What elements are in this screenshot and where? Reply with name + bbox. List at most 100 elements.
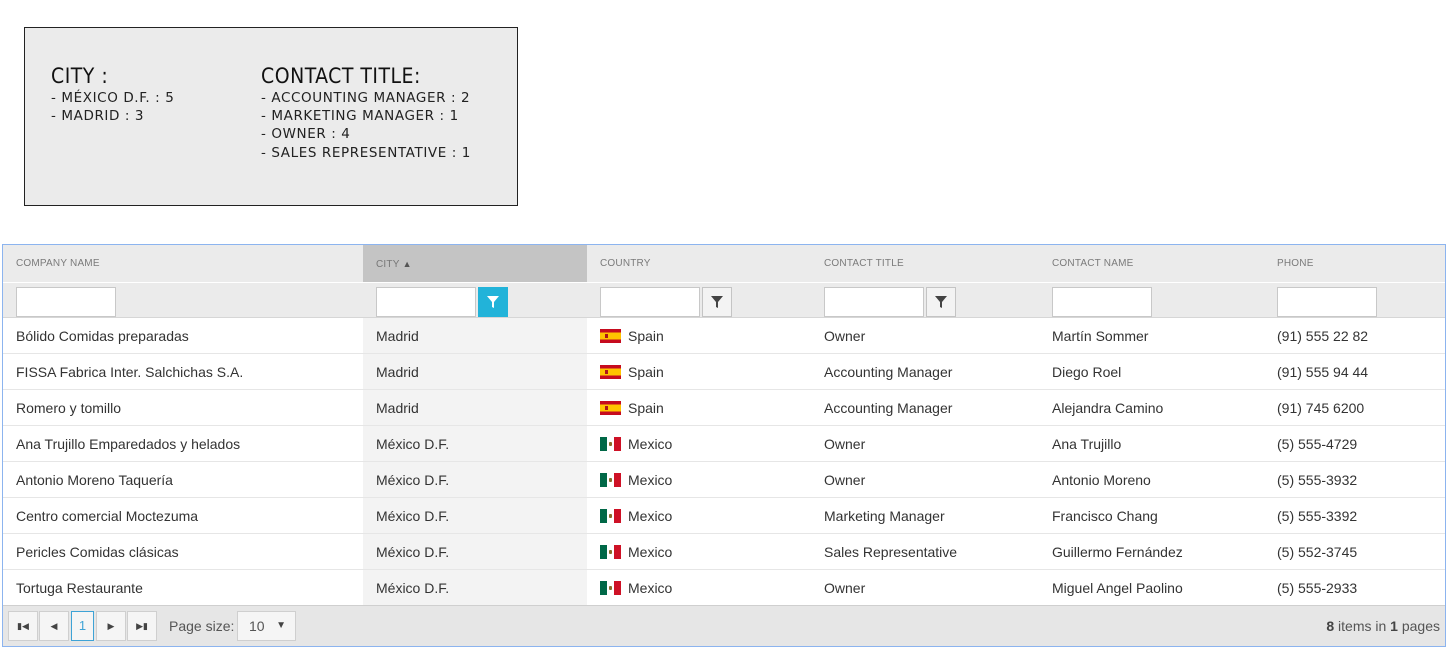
city-cell-text: Madrid — [376, 328, 419, 344]
table-row[interactable]: Bólido Comidas preparadas Madrid Spain Owne… — [3, 318, 1445, 354]
column-header-country[interactable]: COUNTRY — [587, 245, 811, 282]
mexico-flag-icon — [600, 473, 621, 487]
phone-cell-text: (5) 555-2933 — [1277, 580, 1358, 596]
country-cell-text: Mexico — [628, 544, 673, 560]
phone-cell-text: (5) 555-3932 — [1277, 472, 1358, 488]
contact-name-cell: Guillermo Fernández — [1039, 534, 1264, 569]
city-cell: México D.F. — [363, 570, 587, 605]
page-size-value: 10 — [249, 618, 265, 634]
contact-title-filter-button[interactable] — [926, 287, 956, 317]
chevron-down-icon: ▼ — [276, 620, 286, 631]
contact-name-cell-text: Diego Roel — [1052, 364, 1122, 380]
city-filter-button[interactable] — [478, 287, 508, 317]
filter-funnel-icon — [487, 296, 499, 308]
city-filter-input[interactable] — [376, 287, 476, 317]
company-name-cell: Pericles Comidas clásicas — [3, 534, 363, 569]
table-row[interactable]: Romero y tomillo Madrid Spain Accounting Ma… — [3, 390, 1445, 426]
phone-cell: (5) 555-4729 — [1264, 426, 1445, 461]
column-header-contact-name[interactable]: CONTACT NAME — [1039, 245, 1264, 282]
city-cell: Madrid — [363, 390, 587, 425]
company-name-cell-text: Bólido Comidas preparadas — [16, 328, 189, 344]
contact-title-summary-item: - MARKETING MANAGER : 1 — [261, 108, 459, 125]
page-size-dropdown[interactable]: 10 ▼ — [237, 611, 296, 641]
spain-flag-icon — [600, 401, 621, 415]
city-cell: Madrid — [363, 318, 587, 353]
contact-title-cell-text: Marketing Manager — [824, 508, 945, 524]
column-header-contact-title[interactable]: CONTACT TITLE — [811, 245, 1039, 282]
contact-title-summary-list: - ACCOUNTING MANAGER : 2 - MARKETING MAN… — [261, 89, 471, 162]
phone-cell: (5) 555-3392 — [1264, 498, 1445, 533]
contact-name-cell: Francisco Chang — [1039, 498, 1264, 533]
table-row[interactable]: Antonio Moreno Taquería México D.F. Mexico… — [3, 462, 1445, 498]
company-name-cell: Antonio Moreno Taquería — [3, 462, 363, 497]
contact-name-cell-text: Francisco Chang — [1052, 508, 1158, 524]
items-in-text: items in — [1338, 618, 1387, 634]
mexico-flag-icon — [600, 545, 621, 559]
company-name-cell-text: Pericles Comidas clásicas — [16, 544, 179, 560]
company-name-cell-text: Antonio Moreno Taquería — [16, 472, 173, 488]
table-row[interactable]: FISSA Fabrica Inter. Salchichas S.A. Madr… — [3, 354, 1445, 390]
contact-name-cell-text: Miguel Angel Paolino — [1052, 580, 1183, 596]
contact-name-cell-text: Alejandra Camino — [1052, 400, 1164, 416]
city-cell-text: México D.F. — [376, 472, 450, 488]
contact-name-filter-input[interactable] — [1052, 287, 1152, 317]
page-number-button[interactable]: 1 — [71, 611, 94, 641]
country-cell-text: Mexico — [628, 508, 673, 524]
spain-flag-icon — [600, 365, 621, 379]
table-row[interactable]: Pericles Comidas clásicas México D.F. Mexi… — [3, 534, 1445, 570]
contact-name-cell: Martín Sommer — [1039, 318, 1264, 353]
company-name-filter-input[interactable] — [16, 287, 116, 317]
column-header-label: CONTACT TITLE — [824, 258, 904, 269]
country-cell: Mexico — [587, 426, 811, 461]
column-header-phone[interactable]: PHONE — [1264, 245, 1445, 282]
table-row[interactable]: Ana Trujillo Emparedados y helados México… — [3, 426, 1445, 462]
contact-title-cell-text: Sales Representative — [824, 544, 958, 560]
previous-page-button[interactable]: ◀ — [39, 611, 69, 641]
city-cell-text: México D.F. — [376, 544, 450, 560]
column-header-company-name[interactable]: COMPANY NAME — [3, 245, 363, 282]
country-cell-text: Spain — [628, 364, 664, 380]
pages-text: pages — [1401, 618, 1440, 634]
city-cell: México D.F. — [363, 498, 587, 533]
first-page-button[interactable]: ▮◀ — [8, 611, 38, 641]
mexico-flag-icon — [600, 581, 621, 595]
country-filter-button[interactable] — [702, 287, 732, 317]
pager-info: 8 items in 1 pages — [1326, 606, 1440, 646]
contact-title-cell-text: Owner — [824, 580, 866, 596]
contact-name-cell: Miguel Angel Paolino — [1039, 570, 1264, 605]
country-filter-input[interactable] — [600, 287, 700, 317]
contact-title-summary-item: - SALES REPRESENTATIVE : 1 — [261, 144, 471, 161]
company-name-cell-text: Romero y tomillo — [16, 400, 122, 416]
country-cell-text: Spain — [628, 328, 664, 344]
company-name-cell: Bólido Comidas preparadas — [3, 318, 363, 353]
contact-title-summary-item: - OWNER : 4 — [261, 126, 351, 143]
column-header-city[interactable]: CITY ▲ — [363, 245, 587, 282]
contact-name-cell-text: Antonio Moreno — [1052, 472, 1151, 488]
contact-title-cell-text: Owner — [824, 472, 866, 488]
phone-cell: (5) 555-2933 — [1264, 570, 1445, 605]
contact-name-cell: Ana Trujillo — [1039, 426, 1264, 461]
contact-title-cell-text: Accounting Manager — [824, 364, 953, 380]
column-header-label: CITY — [376, 259, 400, 270]
contact-title-cell: Sales Representative — [811, 534, 1039, 569]
city-cell: Madrid — [363, 354, 587, 389]
table-row[interactable]: Centro comercial Moctezuma México D.F. Mex… — [3, 498, 1445, 534]
country-cell-text: Mexico — [628, 580, 673, 596]
contact-title-cell: Accounting Manager — [811, 354, 1039, 389]
phone-cell-text: (5) 555-3392 — [1277, 508, 1358, 524]
last-page-icon: ▶▮ — [136, 621, 148, 631]
last-page-button[interactable]: ▶▮ — [127, 611, 157, 641]
contact-title-summary: CONTACT TITLE: - ACCOUNTING MANAGER : 2 … — [261, 64, 471, 162]
filter-funnel-icon — [711, 296, 723, 308]
contact-title-cell: Owner — [811, 318, 1039, 353]
company-name-cell-text: Centro comercial Moctezuma — [16, 508, 199, 524]
company-name-cell: Romero y tomillo — [3, 390, 363, 425]
city-cell-text: México D.F. — [376, 580, 450, 596]
next-page-button[interactable]: ▶ — [96, 611, 126, 641]
country-cell-text: Mexico — [628, 436, 673, 452]
contact-name-cell-text: Guillermo Fernández — [1052, 544, 1183, 560]
phone-filter-input[interactable] — [1277, 287, 1377, 317]
contact-title-filter-input[interactable] — [824, 287, 924, 317]
contact-title-cell-text: Accounting Manager — [824, 400, 953, 416]
table-row[interactable]: Tortuga Restaurante México D.F. Mexico Owne… — [3, 570, 1445, 606]
